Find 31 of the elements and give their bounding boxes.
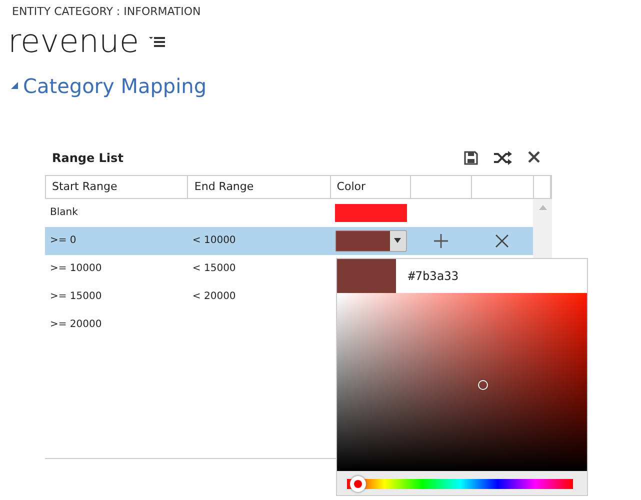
table-cell-text: >= 10000: [49, 262, 103, 276]
collapse-triangle-icon[interactable]: [10, 81, 19, 90]
section-title[interactable]: Category Mapping: [23, 70, 207, 100]
picker-handle[interactable]: [478, 380, 488, 390]
table-row[interactable]: Blank: [45, 198, 533, 226]
plus-icon[interactable]: [434, 234, 448, 248]
column-header: Start Range: [46, 176, 188, 198]
grid-title: Range List: [52, 150, 124, 166]
color-dropdown[interactable]: [334, 230, 407, 252]
saturation-field[interactable]: [337, 293, 587, 471]
close-icon[interactable]: [495, 234, 510, 248]
breadcrumb: ENTITY CATEGORY : INFORMATION: [11, 4, 202, 20]
table-cell: < 10000: [192, 235, 236, 246]
close-icon[interactable]: [528, 150, 540, 162]
shuffle-icon[interactable]: [494, 150, 512, 164]
table-row[interactable]: >= 0 < 10000: [45, 226, 533, 254]
hex-value[interactable]: #7b3a33: [396, 267, 459, 285]
record-title: revenue: [8, 24, 140, 56]
caret-icon: [394, 238, 402, 243]
table-cell: < 15000: [192, 263, 236, 274]
menu-icon[interactable]: [149, 34, 166, 46]
column-header: End Range: [188, 176, 331, 198]
table-cell: < 20000: [192, 291, 236, 302]
table-cell-text: Blank: [49, 206, 79, 220]
column-header: Color: [330, 176, 412, 198]
table-cell-text: >= 15000: [49, 290, 103, 304]
hue-slider[interactable]: [347, 476, 573, 492]
save-icon[interactable]: [464, 150, 478, 164]
table-cell-text: >= 20000: [49, 318, 103, 332]
table-cell-text: >= 0: [49, 234, 78, 248]
hue-thumb[interactable]: [350, 476, 366, 492]
